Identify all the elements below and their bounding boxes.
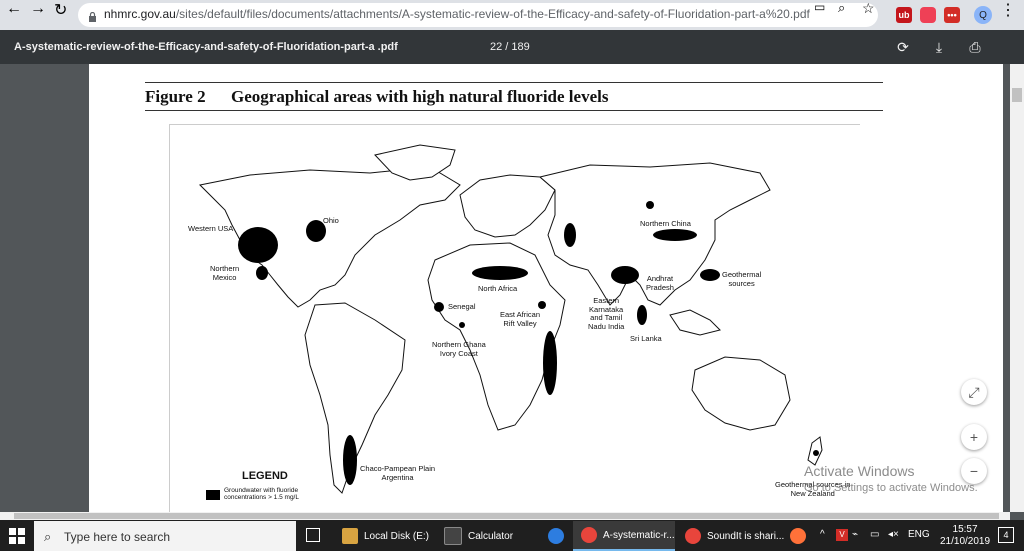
north-africa-mark	[472, 266, 528, 280]
calculator-icon	[444, 527, 462, 545]
notification-icon[interactable]: 4	[998, 527, 1014, 543]
tray-network-icon[interactable]: ⌁	[852, 529, 858, 540]
label-sri-lanka: Sri Lanka	[630, 334, 662, 343]
world-map: Western USA Ohio Northern Mexico North Af…	[169, 124, 860, 512]
label-eastern-karnataka: Eastern Karnataka and Tamil Nadu India	[588, 296, 625, 331]
lock-icon	[88, 9, 97, 22]
activate-windows-subtitle: Go to Settings to activate Windows.	[804, 482, 978, 494]
pdf-page: Figure 2 Geographical areas with high na…	[89, 64, 1003, 512]
search-icon: ⌕	[44, 529, 52, 544]
central-asia-mark	[646, 201, 654, 209]
task-local-disk[interactable]: Local Disk (E:)	[334, 521, 434, 551]
zoom-in-icon[interactable]: +	[961, 424, 987, 450]
activate-windows-title: Activate Windows	[804, 463, 915, 479]
east-african-rift-mark	[543, 331, 557, 395]
new-zealand-mark	[813, 450, 819, 456]
australia-outline	[691, 356, 791, 431]
lastpass-icon[interactable]: •••	[944, 7, 960, 23]
ethiopia-mark	[538, 301, 546, 309]
zoom-out-icon[interactable]: −	[961, 458, 987, 484]
ublock-icon[interactable]: ub	[896, 7, 912, 23]
tray-monitor-icon[interactable]: ▭	[870, 529, 879, 540]
europe-outline	[459, 174, 556, 238]
label-senegal: Senegal	[448, 302, 476, 311]
task-calculator[interactable]: Calculator	[436, 521, 536, 551]
label-western-usa: Western USA	[188, 224, 234, 233]
page-indicator[interactable]: 22 / 189	[490, 41, 530, 53]
task-chrome-systematic[interactable]: A-systematic-r...	[573, 521, 675, 551]
reload-icon[interactable]: ↻	[54, 0, 67, 20]
chaco-pampean-mark	[343, 435, 357, 485]
label-northern-mexico: Northern Mexico	[210, 264, 240, 282]
legend-text: Groundwater with fluoride concentrations …	[224, 487, 299, 502]
ghana-mark	[459, 322, 465, 328]
tray-language[interactable]: ENG	[908, 529, 930, 540]
vertical-scroll-thumb[interactable]	[1012, 88, 1022, 102]
indonesia-outline	[669, 309, 721, 336]
task-chrome-soundit[interactable]: SoundIt is shari...	[677, 521, 784, 551]
label-northern-china: Northern China	[640, 219, 691, 228]
bookmark-star-icon[interactable]: ☆	[862, 0, 875, 17]
western-usa-mark	[238, 227, 278, 263]
legend-title: LEGEND	[242, 470, 288, 482]
drive-icon	[342, 528, 358, 544]
north-america-outline	[198, 166, 461, 308]
taskbar-search-placeholder[interactable]: Type here to search	[64, 530, 170, 544]
chrome-icon	[581, 527, 597, 543]
figure-caption: Geographical areas with high natural flu…	[231, 87, 609, 106]
tray-v-icon[interactable]: V	[836, 529, 848, 541]
senegal-mark	[434, 302, 444, 312]
app-icon	[548, 528, 564, 544]
label-northern-ghana: Northern Ghana Ivory Coast	[432, 340, 486, 358]
figure-bottom-rule	[145, 110, 883, 111]
middle-east-mark	[564, 223, 576, 247]
northern-china-mark	[653, 229, 697, 241]
legend-swatch	[206, 490, 220, 500]
download-icon[interactable]: ⤓	[929, 38, 949, 56]
tray-chevron-icon[interactable]: ^	[820, 529, 825, 540]
url-text[interactable]: nhmrc.gov.au/sites/default/files/documen…	[104, 7, 810, 21]
back-arrow-icon[interactable]: ←	[6, 0, 22, 18]
rotate-icon[interactable]: ⟳	[893, 38, 913, 56]
horizontal-scroll-thumb[interactable]	[14, 513, 999, 519]
tray-clock[interactable]: 15:57 21/10/2019	[940, 524, 990, 548]
tray-volume-icon[interactable]: ◂×	[888, 529, 899, 540]
firefox-icon	[790, 528, 806, 544]
task-firefox[interactable]	[782, 521, 812, 551]
andhra-pradesh-mark	[611, 266, 639, 284]
chrome-icon	[685, 528, 701, 544]
pocket-icon[interactable]	[920, 7, 936, 23]
vertical-scrollbar[interactable]	[1010, 64, 1024, 512]
windows-start-icon[interactable]	[9, 528, 25, 544]
profile-avatar[interactable]: Q	[974, 6, 992, 24]
label-ohio: Ohio	[323, 216, 339, 225]
pdf-title: A-systematic-review-of-the-Efficacy-and-…	[14, 41, 398, 53]
cast-icon[interactable]: ▭	[814, 0, 825, 14]
tamil-nadu-mark	[637, 305, 647, 325]
china-geothermal-mark	[700, 269, 720, 281]
forward-arrow-icon[interactable]: →	[30, 0, 46, 18]
label-east-african-rift: East African Rift Valley	[500, 310, 541, 328]
task-view-icon[interactable]	[306, 528, 320, 542]
northern-mexico-mark	[256, 266, 268, 280]
label-andhra-pradesh: Andhrat Pradesh	[646, 274, 674, 292]
task-app-blue[interactable]	[540, 521, 570, 551]
figure-top-rule	[145, 82, 883, 83]
label-north-africa: North Africa	[478, 284, 518, 293]
label-chaco-pampean: Chaco-Pampean Plain Argentina	[360, 464, 436, 482]
print-icon[interactable]: ⎙	[965, 38, 985, 56]
figure-label: Figure 2	[145, 87, 206, 106]
fit-page-icon[interactable]: ⤢	[961, 379, 987, 405]
menu-kebab-icon[interactable]: ⋮	[1000, 0, 1016, 20]
label-geothermal-sources: Geothermal sources	[722, 270, 762, 288]
zoom-icon[interactable]: ⌕	[838, 0, 845, 16]
